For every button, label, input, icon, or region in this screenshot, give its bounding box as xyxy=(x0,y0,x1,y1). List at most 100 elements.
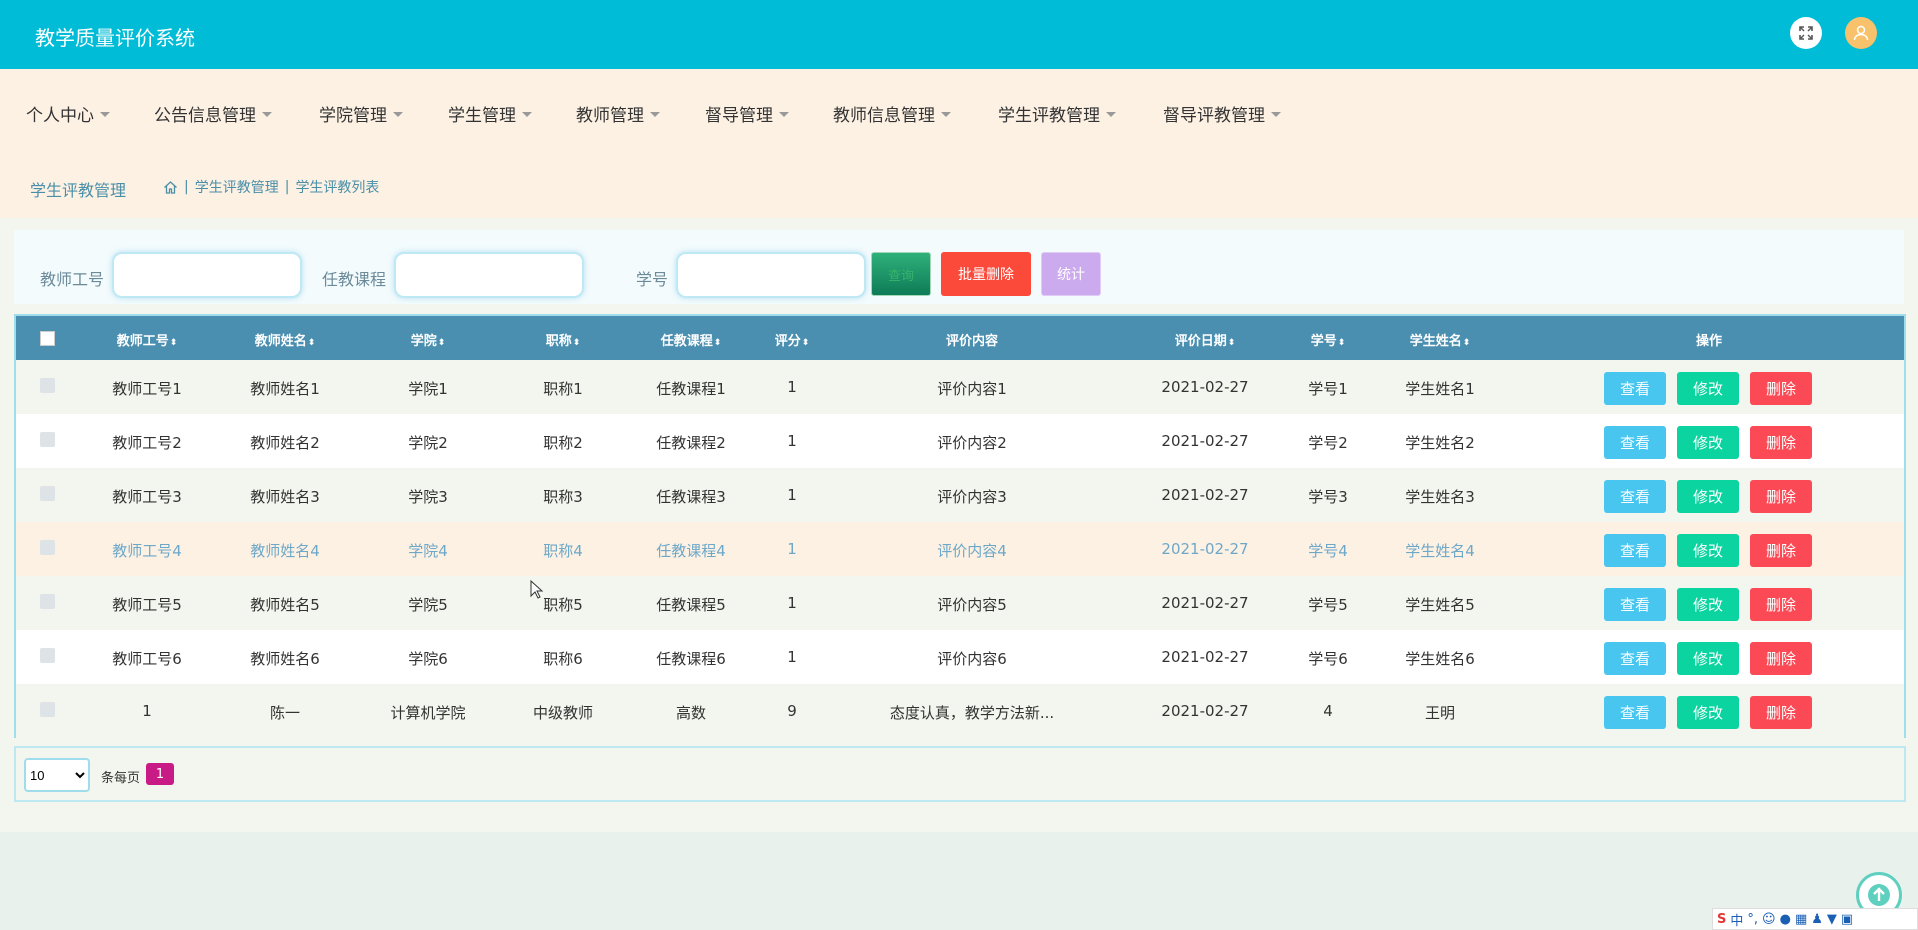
cell-content: 态度认真，教学方法新... xyxy=(889,704,1055,722)
page-button-current[interactable]: 1 xyxy=(146,763,174,785)
row-checkbox[interactable] xyxy=(40,648,55,663)
table-row[interactable]: 教师工号6 教师姓名6 学院6 职称6 任教课程6 1 评价内容6 2021-0… xyxy=(16,630,1904,684)
nav-label: 教师管理 xyxy=(576,106,644,126)
col-label: 学生姓名 xyxy=(1409,334,1462,349)
user-avatar[interactable] xyxy=(1845,17,1877,49)
table-row[interactable]: 教师工号1 教师姓名1 学院1 职称1 任教课程1 1 评价内容1 2021-0… xyxy=(16,360,1904,414)
cell-college: 学院4 xyxy=(408,542,448,560)
edit-button[interactable]: 修改 xyxy=(1677,480,1739,513)
delete-button[interactable]: 删除 xyxy=(1750,696,1812,729)
row-checkbox[interactable] xyxy=(40,702,55,717)
row-checkbox[interactable] xyxy=(40,486,55,501)
delete-button[interactable]: 删除 xyxy=(1750,426,1812,459)
view-button[interactable]: 查看 xyxy=(1604,588,1666,621)
ime-emoji-icon[interactable]: ☺ xyxy=(1762,912,1776,927)
nav-label: 学生管理 xyxy=(448,106,516,126)
cell-student-name: 学生姓名4 xyxy=(1405,542,1475,560)
edit-button[interactable]: 修改 xyxy=(1677,534,1739,567)
ime-user-icon[interactable]: ♟ xyxy=(1811,912,1823,927)
nav-student-eval[interactable]: 学生评教管理 xyxy=(998,101,1116,126)
nav-supervisor-eval[interactable]: 督导评教管理 xyxy=(1163,101,1281,126)
col-date[interactable]: 评价日期⬍ xyxy=(1175,330,1236,349)
cell-title: 职称4 xyxy=(543,542,583,560)
statistics-button[interactable]: 统计 xyxy=(1041,252,1101,296)
course-input[interactable] xyxy=(394,252,584,298)
cell-teacher-name: 教师姓名4 xyxy=(250,542,320,560)
ime-logo-icon[interactable]: S xyxy=(1717,912,1726,927)
ime-chinese-mode-icon[interactable]: 中 xyxy=(1730,910,1743,929)
col-student-no[interactable]: 学号⬍ xyxy=(1311,330,1346,349)
row-checkbox[interactable] xyxy=(40,594,55,609)
nav-college[interactable]: 学院管理 xyxy=(319,101,403,126)
cell-teacher-no: 教师工号1 xyxy=(112,380,182,398)
query-button[interactable]: 查询 xyxy=(871,252,931,296)
cell-student-name: 王明 xyxy=(1424,704,1456,722)
table-row[interactable]: 1 陈一 计算机学院 中级教师 高数 9 态度认真，教学方法新... 2021-… xyxy=(16,684,1904,738)
fullscreen-button[interactable] xyxy=(1790,17,1822,49)
row-checkbox[interactable] xyxy=(40,432,55,447)
sort-icon: ⬍ xyxy=(1462,338,1471,348)
view-button[interactable]: 查看 xyxy=(1604,480,1666,513)
table-row[interactable]: 教师工号2 教师姓名2 学院2 职称2 任教课程2 1 评价内容2 2021-0… xyxy=(16,414,1904,468)
page-size-select[interactable]: 10 xyxy=(24,758,90,792)
ime-mic-icon[interactable]: ● xyxy=(1780,912,1791,927)
row-checkbox[interactable] xyxy=(40,378,55,393)
col-label: 操作 xyxy=(1695,334,1723,349)
col-teacher-name[interactable]: 教师姓名⬍ xyxy=(255,330,316,349)
col-student-name[interactable]: 学生姓名⬍ xyxy=(1410,330,1471,349)
col-score[interactable]: 评分⬍ xyxy=(775,330,810,349)
batch-delete-button[interactable]: 批量删除 xyxy=(941,252,1031,296)
nav-supervisor[interactable]: 督导管理 xyxy=(705,101,789,126)
view-button[interactable]: 查看 xyxy=(1604,372,1666,405)
caret-down-icon xyxy=(650,111,660,117)
cell-teacher-no: 教师工号5 xyxy=(112,596,182,614)
view-button[interactable]: 查看 xyxy=(1604,642,1666,675)
edit-button[interactable]: 修改 xyxy=(1677,426,1739,459)
col-teacher-no[interactable]: 教师工号⬍ xyxy=(117,330,178,349)
student-no-input[interactable] xyxy=(676,252,866,298)
row-checkbox[interactable] xyxy=(40,540,55,555)
col-course[interactable]: 任教课程⬍ xyxy=(661,330,722,349)
delete-button[interactable]: 删除 xyxy=(1750,588,1812,621)
edit-button[interactable]: 修改 xyxy=(1677,642,1739,675)
nav-teacher[interactable]: 教师管理 xyxy=(576,101,660,126)
nav-announcement[interactable]: 公告信息管理 xyxy=(154,101,272,126)
select-all-checkbox[interactable] xyxy=(40,331,55,346)
nav-teacher-info[interactable]: 教师信息管理 xyxy=(833,101,951,126)
breadcrumb-item[interactable]: 学生评教管理 xyxy=(195,177,279,197)
delete-button[interactable]: 删除 xyxy=(1750,480,1812,513)
ime-punctuation-icon[interactable]: °, xyxy=(1747,912,1758,927)
delete-button[interactable]: 删除 xyxy=(1750,534,1812,567)
cell-college: 计算机学院 xyxy=(390,704,466,722)
cell-teacher-no: 教师工号2 xyxy=(112,434,182,452)
edit-button[interactable]: 修改 xyxy=(1677,696,1739,729)
cell-student-name: 学生姓名6 xyxy=(1405,650,1475,668)
cell-teacher-no: 教师工号4 xyxy=(112,542,182,560)
view-button[interactable]: 查看 xyxy=(1604,696,1666,729)
view-button[interactable]: 查看 xyxy=(1604,534,1666,567)
sort-icon: ⬍ xyxy=(169,338,178,348)
nav-personal-center[interactable]: 个人中心 xyxy=(26,101,110,126)
nav-student[interactable]: 学生管理 xyxy=(448,101,532,126)
cell-content: 评价内容5 xyxy=(937,596,1007,614)
edit-button[interactable]: 修改 xyxy=(1677,588,1739,621)
home-icon[interactable] xyxy=(163,180,178,195)
ime-skin-icon[interactable]: ▼ xyxy=(1827,912,1837,927)
col-title[interactable]: 职称⬍ xyxy=(546,330,581,349)
table-row[interactable]: 教师工号5 教师姓名5 学院5 职称5 任教课程5 1 评价内容5 2021-0… xyxy=(16,576,1904,630)
cell-student-name: 学生姓名1 xyxy=(1405,380,1475,398)
table-row[interactable]: 教师工号3 教师姓名3 学院3 职称3 任教课程3 1 评价内容3 2021-0… xyxy=(16,468,1904,522)
ime-keyboard-icon[interactable]: ▦ xyxy=(1795,912,1807,927)
nav-label: 个人中心 xyxy=(26,106,94,126)
col-college[interactable]: 学院⬍ xyxy=(411,330,446,349)
cell-content: 评价内容3 xyxy=(937,488,1007,506)
nav-label: 学生评教管理 xyxy=(998,106,1100,126)
delete-button[interactable]: 删除 xyxy=(1750,372,1812,405)
ime-grid-icon[interactable]: ▣ xyxy=(1841,912,1853,927)
view-button[interactable]: 查看 xyxy=(1604,426,1666,459)
table-row[interactable]: 教师工号4 教师姓名4 学院4 职称4 任教课程4 1 评价内容4 2021-0… xyxy=(16,522,1904,576)
delete-button[interactable]: 删除 xyxy=(1750,642,1812,675)
cell-student-name: 学生姓名3 xyxy=(1405,488,1475,506)
edit-button[interactable]: 修改 xyxy=(1677,372,1739,405)
teacher-no-input[interactable] xyxy=(112,252,302,298)
